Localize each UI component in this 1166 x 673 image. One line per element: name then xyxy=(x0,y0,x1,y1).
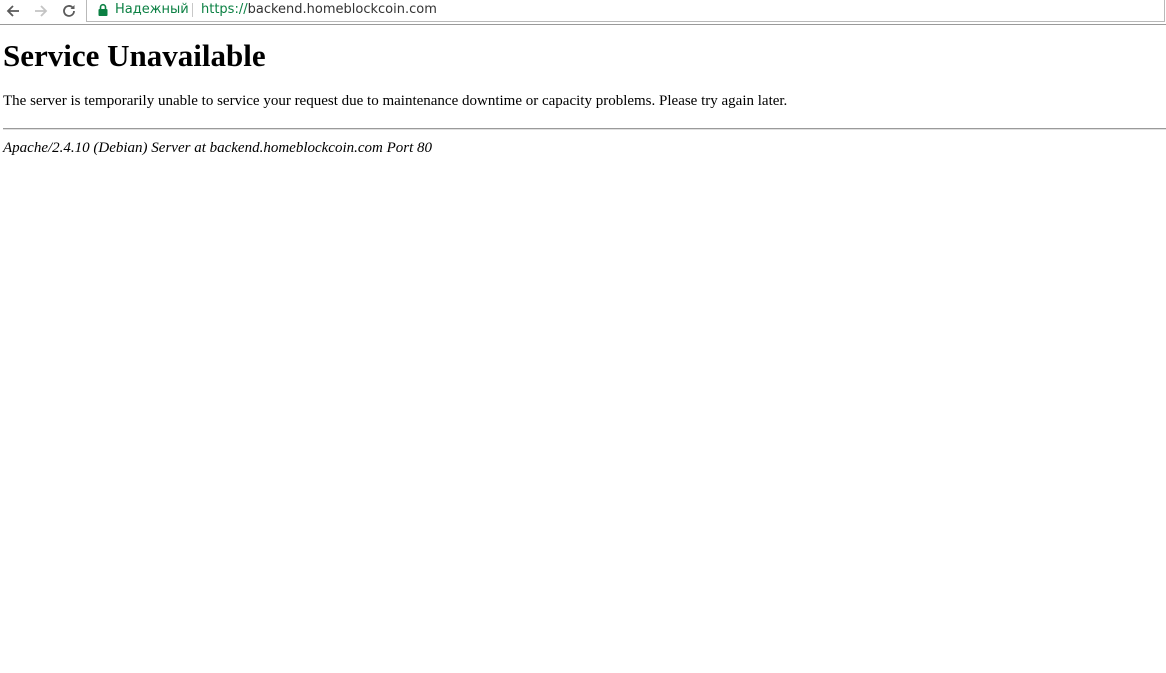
page-title: Service Unavailable xyxy=(3,38,266,73)
url-host: backend.homeblockcoin.com xyxy=(247,2,437,17)
browser-toolbar: Надежный https://backend.homeblockcoin.c… xyxy=(0,0,1166,22)
server-signature: Apache/2.4.10 (Debian) Server at backend… xyxy=(3,140,433,156)
horizontal-rule xyxy=(3,128,1166,130)
page-content: Service Unavailable The server is tempor… xyxy=(3,38,1166,110)
back-arrow-icon xyxy=(6,5,19,17)
url-text[interactable]: https://backend.homeblockcoin.com xyxy=(201,1,437,19)
reload-button[interactable] xyxy=(58,0,80,22)
back-button[interactable] xyxy=(2,0,24,22)
url-scheme: https:// xyxy=(201,2,248,17)
omnibox-separator xyxy=(192,3,193,17)
error-message: The server is temporarily unable to serv… xyxy=(3,93,788,109)
security-status-label[interactable]: Надежный xyxy=(115,1,189,19)
toolbar-divider xyxy=(0,24,1166,25)
lock-icon xyxy=(98,3,108,16)
address-bar[interactable]: Надежный https://backend.homeblockcoin.c… xyxy=(86,0,1165,22)
reload-icon xyxy=(63,5,75,17)
forward-arrow-icon xyxy=(35,5,48,17)
forward-button[interactable] xyxy=(30,0,52,22)
